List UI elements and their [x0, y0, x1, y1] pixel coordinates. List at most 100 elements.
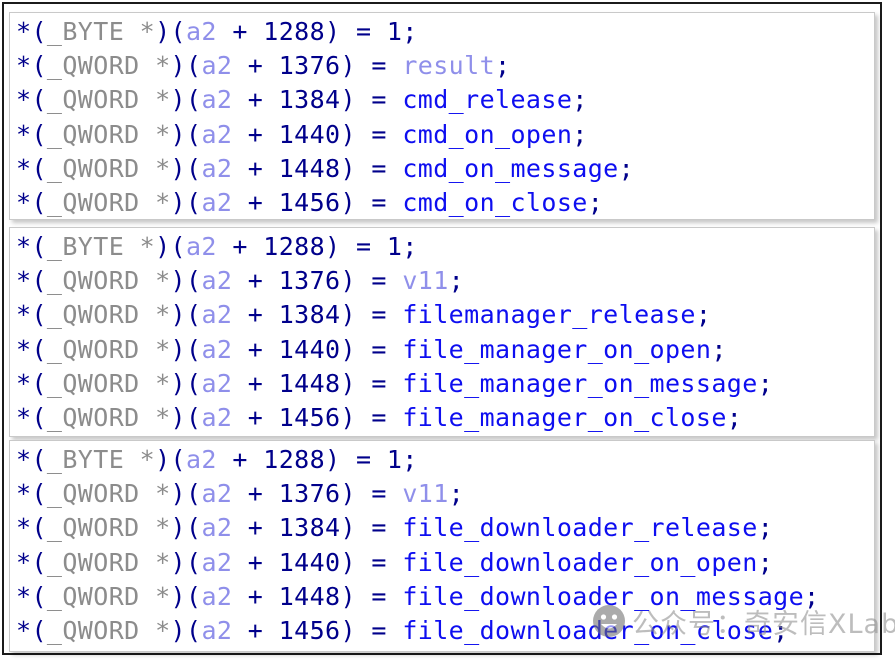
- local-var-token: result: [402, 51, 495, 80]
- type-token: _QWORD *: [47, 300, 171, 329]
- global-name-token: file_downloader_on_close: [402, 616, 773, 645]
- local-var-token: a2: [201, 513, 232, 542]
- global-name-token: filemanager_release: [402, 300, 696, 329]
- local-var-token: a2: [201, 616, 232, 645]
- type-token: _QWORD *: [47, 616, 171, 645]
- local-var-token: a2: [201, 120, 232, 149]
- local-var-token: a2: [201, 51, 232, 80]
- punctuation-token: + 1384) =: [232, 300, 402, 329]
- code-line: *(_QWORD *)(a2 + 1376) = v11;: [16, 477, 874, 511]
- punctuation-token: *(: [16, 17, 47, 46]
- collage-frame: *(_BYTE *)(a2 + 1288) = 1;*(_QWORD *)(a2…: [2, 2, 882, 655]
- local-var-token: a2: [201, 369, 232, 398]
- local-var-token: a2: [201, 548, 232, 577]
- global-name-token: file_manager_on_message: [402, 369, 757, 398]
- punctuation-token: )(: [171, 300, 202, 329]
- punctuation-token: ;: [758, 369, 773, 398]
- local-var-token: a2: [201, 300, 232, 329]
- punctuation-token: ;: [711, 335, 726, 364]
- type-token: _QWORD *: [47, 479, 171, 508]
- punctuation-token: + 1456) =: [232, 403, 402, 432]
- code-line: *(_BYTE *)(a2 + 1288) = 1;: [16, 230, 874, 264]
- local-var-token: v11: [402, 266, 448, 295]
- punctuation-token: + 1376) =: [232, 479, 402, 508]
- type-token: _QWORD *: [47, 548, 171, 577]
- punctuation-token: )(: [155, 232, 186, 261]
- punctuation-token: )(: [171, 266, 202, 295]
- type-token: _BYTE *: [47, 445, 155, 474]
- punctuation-token: )(: [171, 403, 202, 432]
- punctuation-token: + 1448) =: [232, 154, 402, 183]
- local-var-token: a2: [201, 188, 232, 217]
- punctuation-token: ;: [619, 154, 634, 183]
- punctuation-token: *(: [16, 513, 47, 542]
- type-token: _QWORD *: [47, 335, 171, 364]
- global-name-token: cmd_on_message: [402, 154, 618, 183]
- punctuation-token: + 1376) =: [232, 266, 402, 295]
- local-var-token: a2: [186, 17, 217, 46]
- punctuation-token: + 1288) = 1;: [217, 445, 418, 474]
- punctuation-token: ;: [572, 120, 587, 149]
- punctuation-token: )(: [171, 85, 202, 114]
- decompiler-panel-file-manager: *(_BYTE *)(a2 + 1288) = 1;*(_QWORD *)(a2…: [9, 227, 875, 437]
- type-token: _BYTE *: [47, 232, 155, 261]
- punctuation-token: *(: [16, 266, 47, 295]
- punctuation-token: *(: [16, 445, 47, 474]
- local-var-token: a2: [201, 403, 232, 432]
- punctuation-token: + 1384) =: [232, 513, 402, 542]
- punctuation-token: *(: [16, 582, 47, 611]
- punctuation-token: *(: [16, 51, 47, 80]
- code-line: *(_QWORD *)(a2 + 1376) = result;: [16, 49, 874, 83]
- local-var-token: a2: [201, 479, 232, 508]
- global-name-token: file_downloader_on_open: [402, 548, 757, 577]
- punctuation-token: *(: [16, 300, 47, 329]
- decompiler-panel-cmd: *(_BYTE *)(a2 + 1288) = 1;*(_QWORD *)(a2…: [9, 12, 875, 220]
- type-token: _QWORD *: [47, 266, 171, 295]
- punctuation-token: *(: [16, 616, 47, 645]
- code-line: *(_BYTE *)(a2 + 1288) = 1;: [16, 443, 874, 477]
- punctuation-token: ;: [572, 85, 587, 114]
- punctuation-token: *(: [16, 85, 47, 114]
- punctuation-token: ;: [449, 266, 464, 295]
- punctuation-token: )(: [171, 513, 202, 542]
- punctuation-token: ;: [449, 479, 464, 508]
- type-token: _QWORD *: [47, 403, 171, 432]
- punctuation-token: *(: [16, 479, 47, 508]
- punctuation-token: )(: [171, 616, 202, 645]
- punctuation-token: *(: [16, 369, 47, 398]
- punctuation-token: + 1456) =: [232, 616, 402, 645]
- punctuation-token: )(: [155, 17, 186, 46]
- global-name-token: file_downloader_release: [402, 513, 757, 542]
- punctuation-token: )(: [171, 548, 202, 577]
- punctuation-token: )(: [171, 582, 202, 611]
- screenshot-collage: { "colors": { "punctuation": "#00008B", …: [0, 0, 895, 662]
- global-name-token: file_downloader_on_message: [402, 582, 804, 611]
- punctuation-token: )(: [171, 154, 202, 183]
- punctuation-token: + 1440) =: [232, 335, 402, 364]
- punctuation-token: )(: [171, 369, 202, 398]
- global-name-token: cmd_on_close: [402, 188, 587, 217]
- punctuation-token: )(: [171, 188, 202, 217]
- punctuation-token: + 1456) =: [232, 188, 402, 217]
- type-token: _QWORD *: [47, 51, 171, 80]
- code-line: *(_QWORD *)(a2 + 1448) = file_manager_on…: [16, 367, 874, 401]
- punctuation-token: *(: [16, 232, 47, 261]
- punctuation-token: ;: [758, 513, 773, 542]
- punctuation-token: ;: [727, 403, 742, 432]
- code-line: *(_QWORD *)(a2 + 1384) = cmd_release;: [16, 83, 874, 117]
- local-var-token: a2: [186, 232, 217, 261]
- local-var-token: a2: [201, 266, 232, 295]
- type-token: _QWORD *: [47, 582, 171, 611]
- code-line: *(_QWORD *)(a2 + 1440) = file_manager_on…: [16, 333, 874, 367]
- punctuation-token: ;: [758, 548, 773, 577]
- punctuation-token: + 1376) =: [232, 51, 402, 80]
- punctuation-token: ;: [588, 188, 603, 217]
- punctuation-token: + 1440) =: [232, 120, 402, 149]
- global-name-token: file_manager_on_close: [402, 403, 726, 432]
- local-var-token: a2: [201, 335, 232, 364]
- type-token: _QWORD *: [47, 369, 171, 398]
- code-line: *(_QWORD *)(a2 + 1384) = file_downloader…: [16, 511, 874, 545]
- local-var-token: v11: [402, 479, 448, 508]
- local-var-token: a2: [201, 582, 232, 611]
- code-line: *(_QWORD *)(a2 + 1384) = filemanager_rel…: [16, 298, 874, 332]
